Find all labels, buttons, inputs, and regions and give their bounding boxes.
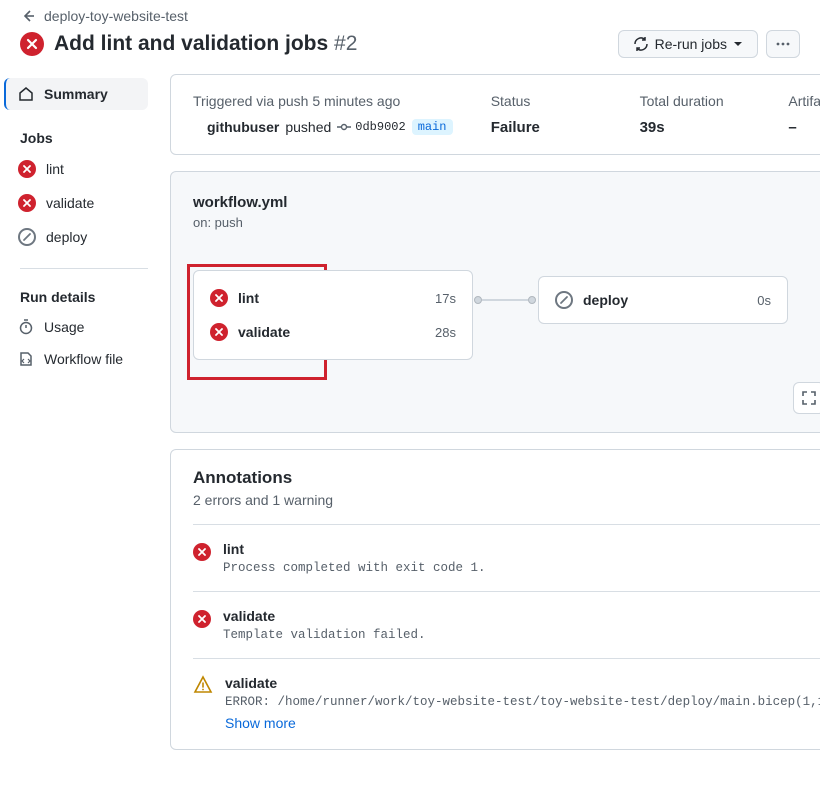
sidebar: Summary Jobs lint validate deploy Run de… — [0, 74, 156, 766]
stopwatch-icon — [18, 319, 34, 335]
sidebar-job-deploy[interactable]: deploy — [0, 220, 156, 254]
x-circle-icon — [210, 323, 228, 341]
graph-job-name: lint — [238, 290, 259, 306]
annotation-item: validate Template validation failed. — [193, 591, 820, 642]
graph-job-deploy[interactable]: deploy 0s — [538, 276, 788, 324]
actor-name[interactable]: githubuser — [207, 119, 279, 135]
annotations-title: Annotations — [193, 468, 820, 488]
duration-value[interactable]: 39s — [640, 119, 789, 136]
commit-sha-link[interactable]: 0db9002 — [337, 120, 405, 134]
annotation-title[interactable]: validate — [223, 608, 820, 624]
connector-line — [482, 299, 528, 301]
x-circle-icon — [193, 543, 211, 561]
graph-job-validate[interactable]: validate 28s — [210, 315, 456, 349]
fullscreen-button[interactable] — [793, 382, 820, 414]
run-number: #2 — [334, 32, 357, 55]
file-icon — [18, 351, 34, 367]
status-label: Status — [491, 93, 640, 109]
annotations-card: Annotations 2 errors and 1 warning lint … — [170, 449, 820, 750]
workflow-file-name: workflow.yml — [193, 194, 820, 211]
sidebar-item-label: deploy — [46, 229, 87, 245]
x-circle-icon — [210, 289, 228, 307]
graph-job-time: 28s — [435, 325, 456, 340]
annotation-item: lint Process completed with exit code 1. — [193, 524, 820, 575]
show-more-link[interactable]: Show more — [225, 715, 820, 731]
status-value: Failure — [491, 119, 640, 136]
graph-job-group-left: lint 17s validate 28s — [193, 270, 473, 360]
page-title: Add lint and validation jobs #2 — [54, 32, 357, 56]
sidebar-item-label: validate — [46, 195, 94, 211]
annotation-message: Template validation failed. — [223, 628, 820, 642]
arrow-left-icon — [20, 8, 36, 24]
sidebar-item-label: Usage — [44, 319, 84, 335]
run-meta-card: Triggered via push 5 minutes ago githubu… — [170, 74, 820, 155]
sidebar-item-summary[interactable]: Summary — [4, 78, 148, 110]
sidebar-job-validate[interactable]: validate — [0, 186, 156, 220]
sidebar-section-jobs: Jobs — [0, 110, 156, 152]
artifacts-value: – — [788, 119, 820, 136]
annotation-message: ERROR: /home/runner/work/toy-website-tes… — [225, 695, 820, 709]
home-icon — [18, 86, 34, 102]
skip-icon — [555, 291, 573, 309]
breadcrumb[interactable]: deploy-toy-website-test — [20, 8, 800, 24]
skip-icon — [18, 228, 36, 246]
x-circle-icon — [20, 32, 44, 56]
action-verb: pushed — [285, 119, 331, 135]
sidebar-item-workflow-file[interactable]: Workflow file — [0, 343, 156, 375]
sidebar-section-run-details: Run details — [0, 269, 156, 311]
x-circle-icon — [18, 194, 36, 212]
sidebar-item-usage[interactable]: Usage — [0, 311, 156, 343]
annotation-title[interactable]: lint — [223, 541, 820, 557]
sidebar-item-label: Workflow file — [44, 351, 123, 367]
sidebar-item-label: lint — [46, 161, 64, 177]
kebab-icon — [775, 36, 791, 52]
annotation-message: Process completed with exit code 1. — [223, 561, 820, 575]
artifacts-label: Artifacts — [788, 93, 820, 109]
fullscreen-icon — [802, 391, 816, 405]
graph-job-name: deploy — [583, 292, 628, 308]
x-circle-icon — [193, 610, 211, 628]
breadcrumb-label: deploy-toy-website-test — [44, 8, 188, 24]
duration-label: Total duration — [640, 93, 789, 109]
workflow-trigger: on: push — [193, 215, 820, 230]
annotation-title[interactable]: validate — [225, 675, 820, 691]
warning-icon — [193, 675, 213, 695]
rerun-jobs-button[interactable]: Re-run jobs — [618, 30, 758, 58]
x-circle-icon — [18, 160, 36, 178]
sidebar-item-label: Summary — [44, 86, 108, 102]
trigger-label: Triggered via push 5 minutes ago — [193, 93, 491, 109]
graph-job-time: 0s — [757, 293, 771, 308]
annotation-item: validate ERROR: /home/runner/work/toy-we… — [193, 658, 820, 731]
branch-pill[interactable]: main — [412, 119, 453, 135]
kebab-menu-button[interactable] — [766, 30, 800, 58]
graph-job-time: 17s — [435, 291, 456, 306]
annotations-subtitle: 2 errors and 1 warning — [193, 492, 820, 508]
graph-job-name: validate — [238, 324, 290, 340]
connector-dot — [528, 296, 536, 304]
graph-job-lint[interactable]: lint 17s — [210, 281, 456, 315]
sidebar-job-lint[interactable]: lint — [0, 152, 156, 186]
caret-down-icon — [733, 39, 743, 49]
connector-dot — [474, 296, 482, 304]
workflow-graph-card: workflow.yml on: push lint 17s — [170, 171, 820, 433]
sync-icon — [633, 36, 649, 52]
commit-icon — [337, 120, 351, 134]
